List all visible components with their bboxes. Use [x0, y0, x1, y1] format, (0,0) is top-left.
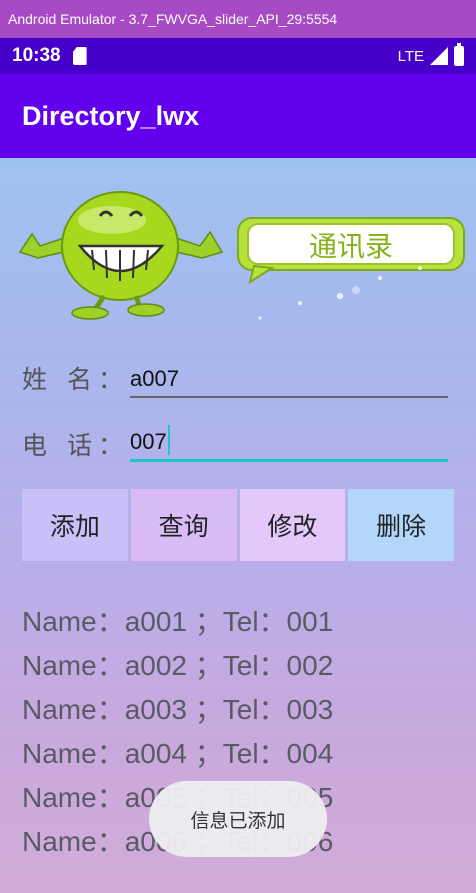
list-item: Name：a001 ；Tel：001 [22, 606, 334, 637]
emulator-title: Android Emulator - 3.7_FWVGA_slider_API_… [8, 11, 338, 27]
action-buttons: 添加 查询 修改 删除 [22, 489, 454, 561]
list-item: Name：a002 ；Tel：002 [22, 650, 334, 681]
toast-message: 信息已添加 [149, 781, 327, 857]
sd-card-icon [72, 47, 87, 65]
list-item: Name：a003 ；Tel：003 [22, 694, 334, 725]
add-button[interactable]: 添加 [22, 489, 128, 561]
phone-input[interactable]: 007 [130, 422, 448, 462]
phone-label: 电 话： [22, 431, 129, 460]
network-type: LTE [397, 47, 424, 65]
status-icons: LTE [397, 43, 464, 66]
status-bar: 10:38 LTE [0, 38, 476, 74]
sparkles [258, 266, 422, 320]
banner-logo-text: 通讯录 [309, 230, 393, 263]
delete-button[interactable]: 删除 [348, 489, 454, 561]
status-time: 10:38 [12, 45, 61, 66]
name-label: 姓 名： [22, 365, 129, 394]
signal-icon [430, 47, 448, 65]
name-input[interactable]: a007 [130, 358, 448, 398]
battery-icon [454, 43, 464, 66]
emulator-title-bar: Android Emulator - 3.7_FWVGA_slider_API_… [0, 0, 476, 38]
list-item: Name：a004 ；Tel：004 [22, 738, 334, 769]
name-input-value: a007 [130, 366, 179, 391]
text-cursor [167, 425, 170, 455]
query-button[interactable]: 查询 [130, 489, 237, 561]
main-content: 通讯录 姓 名： a007 电 话： 007 添加 查询 修改 删除 Name：… [0, 158, 476, 893]
app-bar: Directory_lwx [0, 74, 476, 158]
phone-input-value: 007 [130, 429, 167, 454]
smiley-icon [18, 191, 224, 320]
app-title: Directory_lwx [22, 100, 200, 131]
edit-button[interactable]: 修改 [239, 489, 346, 561]
banner: 通讯录 [18, 191, 465, 320]
